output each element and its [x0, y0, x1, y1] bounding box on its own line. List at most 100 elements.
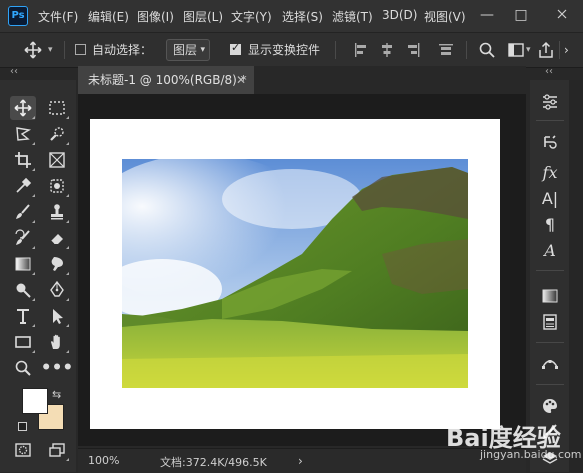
document-tab[interactable]: 未标题-1 @ 100%(RGB/8) * ✕: [78, 66, 254, 94]
divider: [536, 342, 564, 343]
align-left-icon[interactable]: [352, 41, 370, 59]
divider: [335, 41, 336, 59]
show-transform-checkbox[interactable]: [230, 41, 241, 55]
zoom-tool[interactable]: [10, 356, 36, 380]
align-right-icon[interactable]: [404, 41, 422, 59]
rectangle-icon: [15, 336, 31, 348]
paragraph-icon[interactable]: ¶: [538, 212, 562, 236]
stamp-icon: [51, 204, 63, 220]
eraser-icon: [50, 234, 63, 245]
dodge-tool[interactable]: [10, 278, 36, 302]
paths-icon[interactable]: [538, 352, 562, 376]
move-icon[interactable]: [24, 41, 42, 59]
history-brush-icon: [15, 229, 30, 245]
divider: [536, 384, 564, 385]
maximize-button[interactable]: □: [510, 4, 532, 26]
smudge-icon: [51, 257, 63, 271]
fx-icon[interactable]: fx: [538, 160, 562, 184]
move-icon: [14, 99, 32, 117]
move-tool[interactable]: [10, 96, 36, 120]
patch-tool[interactable]: [44, 174, 70, 198]
panel-edge: [569, 80, 583, 472]
screen-mode-tool[interactable]: [44, 438, 70, 462]
more-options-chevron-icon[interactable]: ›: [564, 33, 569, 67]
menu-layer[interactable]: 图层(L): [183, 8, 223, 25]
eraser-tool[interactable]: [44, 226, 70, 250]
type-tool[interactable]: [10, 304, 36, 328]
menu-view[interactable]: 视图(V): [424, 8, 466, 25]
auto-select-checkbox[interactable]: [75, 44, 86, 55]
share-icon[interactable]: [537, 41, 555, 59]
frame-tool[interactable]: [44, 148, 70, 172]
menu-filter[interactable]: 滤镜(T): [332, 8, 373, 25]
history-brush-tool[interactable]: [10, 226, 36, 250]
menu-type[interactable]: 文字(Y): [231, 8, 272, 25]
zoom-icon: [15, 360, 31, 376]
more-tools[interactable]: •••: [41, 356, 74, 380]
landscape-image: [122, 159, 468, 388]
pen-tool[interactable]: [44, 278, 70, 302]
marquee-tool[interactable]: [44, 96, 70, 120]
landscape-photo[interactable]: [122, 159, 468, 388]
workspace-icon[interactable]: [507, 41, 525, 59]
screen-mode-icon: [49, 443, 65, 457]
crop-icon: [15, 152, 31, 168]
menu-edit[interactable]: 编辑(E): [88, 8, 129, 25]
document-info: 文档:372.4K/496.5K: [160, 456, 267, 469]
search-icon[interactable]: [478, 41, 496, 59]
divider: [536, 270, 564, 271]
tool-preset-chevron-icon[interactable]: ▾: [48, 33, 53, 67]
crop-tool[interactable]: [10, 148, 36, 172]
swap-colors-icon[interactable]: ⇆: [52, 388, 61, 401]
status-menu-arrow-icon[interactable]: ›: [298, 454, 303, 468]
dodge-icon: [16, 283, 31, 298]
glyphs-icon[interactable]: A: [538, 238, 562, 262]
stamp-tool[interactable]: [44, 200, 70, 224]
zoom-level[interactable]: 100%: [88, 454, 119, 467]
quick-select-icon: [50, 127, 64, 141]
eyedropper-icon: [16, 177, 32, 193]
auto-select-value: 图层: [173, 43, 198, 57]
close-icon[interactable]: [548, 4, 576, 26]
type-icon: [17, 309, 29, 324]
path-select-tool[interactable]: [44, 304, 70, 328]
auto-select-label: 自动选择：: [92, 43, 153, 57]
menu-bar: Ps 文件(F) 编辑(E) 图像(I) 图层(L) 文字(Y) 选择(S) 滤…: [0, 0, 583, 32]
brush-tool[interactable]: [10, 200, 36, 224]
character-icon[interactable]: A|: [538, 186, 562, 210]
menu-select[interactable]: 选择(S): [282, 8, 323, 25]
default-colors-icon[interactable]: [18, 422, 27, 431]
minimize-button[interactable]: —: [476, 4, 498, 26]
path-select-icon: [53, 309, 63, 324]
lasso-icon: [16, 127, 32, 141]
menu-file[interactable]: 文件(F): [38, 8, 78, 25]
menu-3d[interactable]: 3D(D): [382, 8, 417, 22]
frame-icon: [49, 152, 65, 168]
quick-select-tool[interactable]: [44, 122, 70, 146]
hand-tool[interactable]: [44, 330, 70, 354]
eyedropper-tool[interactable]: [10, 174, 36, 198]
align-center-icon[interactable]: [378, 41, 396, 59]
auto-select-dropdown[interactable]: 图层 ▾: [166, 39, 210, 61]
lasso-tool[interactable]: [10, 122, 36, 146]
foreground-color-swatch[interactable]: [22, 388, 48, 414]
toolbar-collapse-icon[interactable]: ‹‹: [10, 66, 18, 80]
hand-icon: [51, 334, 60, 349]
workspace-chevron-icon[interactable]: ▾: [526, 33, 531, 67]
properties-icon[interactable]: [538, 310, 562, 334]
pen-icon: [50, 281, 64, 297]
rectangle-tool[interactable]: [10, 330, 36, 354]
align-top-icon[interactable]: [437, 41, 455, 59]
gradient-tool[interactable]: [10, 252, 36, 276]
gradients-icon[interactable]: [538, 284, 562, 308]
close-tab-icon[interactable]: ✕: [236, 66, 246, 94]
marquee-icon: [49, 101, 65, 115]
history-icon[interactable]: [538, 130, 562, 154]
menu-image[interactable]: 图像(I): [137, 8, 174, 25]
panel-collapse-icon[interactable]: ‹‹: [545, 66, 553, 80]
swatches-icon[interactable]: [538, 394, 562, 418]
adjustments-icon[interactable]: [538, 90, 562, 114]
gradient-icon: [15, 257, 31, 271]
smudge-tool[interactable]: [44, 252, 70, 276]
quick-mask-tool[interactable]: [10, 438, 36, 462]
